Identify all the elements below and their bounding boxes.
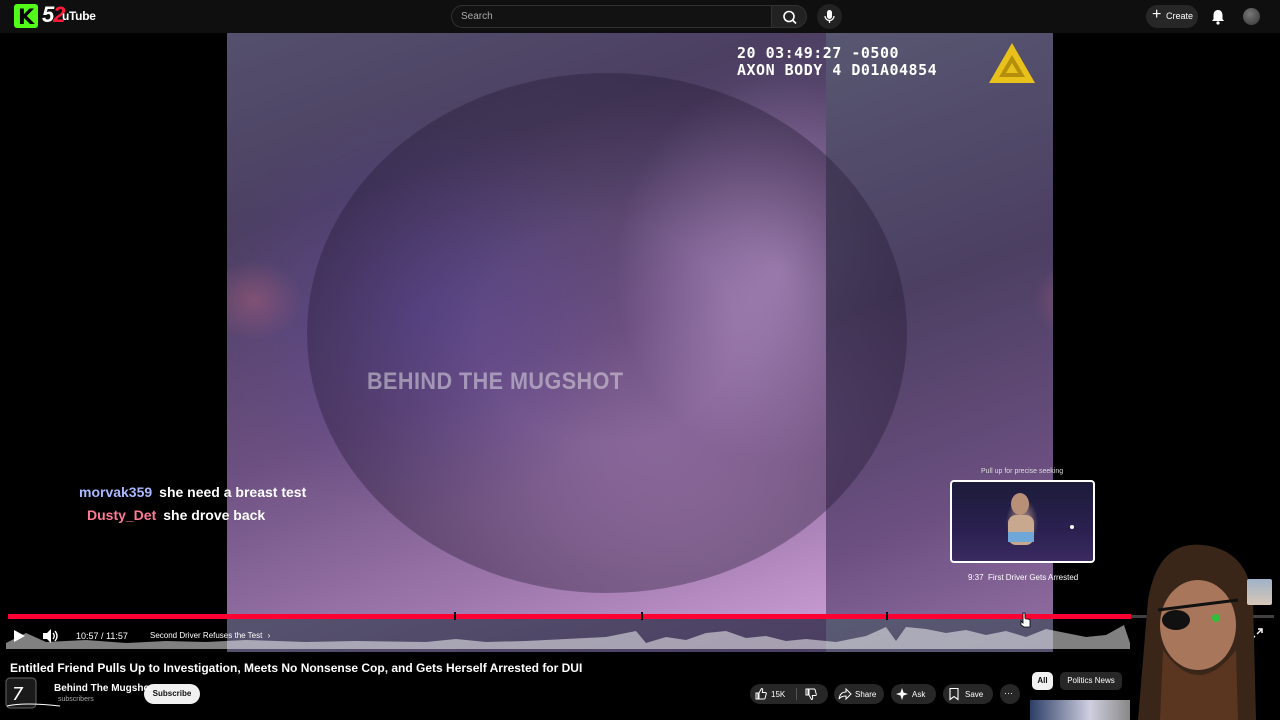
chapter-marker (886, 612, 888, 620)
plus-icon: + (1152, 6, 1162, 23)
kick-logo[interactable]: K (14, 4, 38, 29)
svg-text:7: 7 (12, 684, 24, 705)
share-button[interactable]: Share (834, 684, 884, 704)
chat-text: she drove back (163, 507, 266, 523)
microphone-icon (824, 10, 835, 23)
chip-politics-news[interactable]: Politics News (1060, 672, 1122, 690)
sparkle-icon (896, 688, 908, 700)
preview-figure (1008, 493, 1074, 545)
play-icon[interactable] (12, 629, 26, 643)
more-actions-button[interactable]: ··· (1000, 684, 1020, 704)
share-label: Share (855, 690, 877, 699)
create-label: Create (1166, 11, 1194, 21)
current-chapter-button[interactable]: Second Driver Refuses the Test › (150, 631, 270, 640)
chapter-marker (454, 612, 456, 620)
thumbs-up-icon[interactable] (754, 687, 768, 701)
video-frame[interactable]: 20 03:49:27 -0500 AXON BODY 4 D01A04854 … (227, 33, 1053, 652)
recommended-video-thumbnail[interactable] (1030, 700, 1130, 720)
bodycam-device-id: AXON BODY 4 D01A04854 (737, 61, 938, 79)
chat-username: Dusty_Det (87, 507, 157, 523)
search-icon (783, 10, 797, 25)
chevron-right-icon: › (267, 631, 271, 640)
time-display: 10:57 / 11:57 (76, 631, 128, 641)
share-icon (838, 687, 852, 701)
thumbs-down-icon[interactable] (804, 687, 818, 701)
bookmark-icon (949, 687, 959, 701)
chat-username: morvak359 (79, 484, 153, 500)
preview-time: 9:37 (968, 573, 984, 582)
search-button[interactable] (771, 5, 807, 28)
subscribe-button[interactable]: Subscribe (144, 684, 200, 704)
seek-preview-thumbnail (950, 480, 1095, 563)
chat-text: she need a breast test (159, 484, 307, 500)
kick-logo-letter: K (18, 5, 35, 29)
voice-search-button[interactable] (817, 4, 842, 29)
like-count[interactable]: 15K (771, 690, 785, 699)
subscriber-count: subscribers (58, 696, 94, 703)
ask-label: Ask (912, 690, 926, 699)
ask-button[interactable]: Ask (891, 684, 936, 704)
chapter-marker (641, 612, 643, 620)
search-placeholder: Search (461, 11, 493, 22)
logo-digit-5: 5 (42, 2, 54, 27)
channel-watermark: BEHIND THE MUGSHOT (367, 368, 624, 395)
current-chapter-title: Second Driver Refuses the Test (150, 631, 263, 640)
like-divider (796, 688, 797, 700)
save-label: Save (965, 690, 984, 699)
chat-message: Dusty_Det she drove back (87, 507, 265, 523)
chat-message: morvak359 she need a breast test (79, 484, 306, 500)
like-dislike-group: 15K (750, 684, 828, 704)
logo-text: uTube (62, 9, 96, 23)
preview-chapter: First Driver Gets Arrested (988, 573, 1079, 582)
top-bar: K 52 uTube Search + Create (0, 0, 1280, 33)
progress-played (8, 614, 1131, 619)
search-input[interactable]: Search (451, 5, 771, 28)
mini-thumbnail (1247, 579, 1272, 605)
chip-all[interactable]: All (1032, 672, 1053, 690)
volume-icon[interactable] (41, 628, 59, 644)
notifications-bell-icon[interactable] (1208, 7, 1228, 27)
create-button[interactable]: + Create (1146, 5, 1198, 28)
bodycam-timestamp: 20 03:49:27 -0500 (737, 44, 900, 62)
video-title: Entitled Friend Pulls Up to Investigatio… (10, 661, 583, 675)
seek-hint: Pull up for precise seeking (981, 468, 1064, 475)
streamer-avatar-overlay (1138, 544, 1256, 720)
account-avatar[interactable] (1243, 8, 1260, 25)
more-icon: ··· (1004, 688, 1013, 698)
axon-logo-icon (989, 43, 1035, 83)
video-scene (307, 73, 907, 593)
save-button[interactable]: Save (943, 684, 993, 704)
mouse-cursor-icon (1020, 612, 1031, 628)
channel-name[interactable]: Behind The Mugshot (54, 683, 153, 694)
